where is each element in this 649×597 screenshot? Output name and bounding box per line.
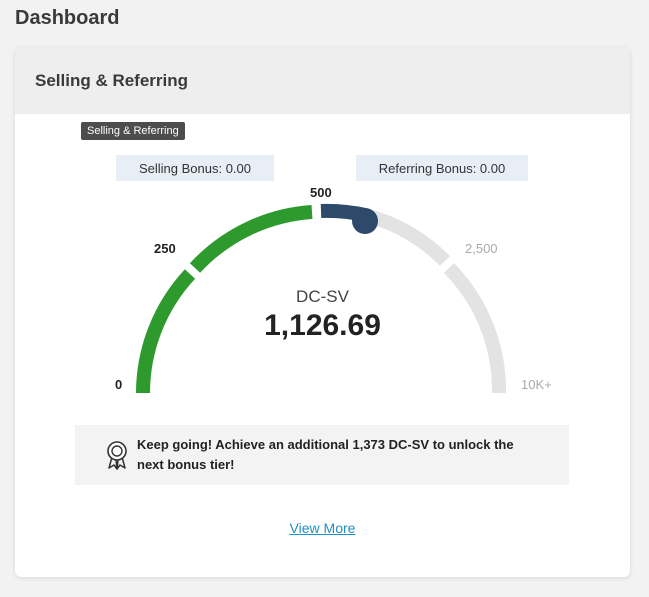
gauge-tick-0: 0 [115, 377, 123, 392]
gauge-tick-500: 500 [310, 185, 332, 200]
gauge [136, 203, 507, 394]
selling-referring-card: Selling & Referring Selling & Referring … [15, 47, 630, 577]
gauge-tick-250: 250 [154, 241, 176, 256]
gauge-label: DC-SV [296, 287, 349, 306]
bonus-tier-message: Keep going! Achieve an additional 1,373 … [75, 425, 569, 485]
page-title: Dashboard [15, 7, 120, 29]
gauge-achieved-segment-2 [189, 205, 313, 273]
gauge-marker [352, 208, 378, 234]
gauge-tick-2500: 2,500 [465, 241, 498, 256]
gauge-value: 1,126.69 [264, 309, 381, 342]
award-icon [107, 441, 127, 470]
message-text: Keep going! Achieve an additional 1,373 … [137, 437, 514, 472]
gauge-tick-10k: 10K+ [521, 377, 552, 392]
view-more-link[interactable]: View More [15, 520, 630, 536]
